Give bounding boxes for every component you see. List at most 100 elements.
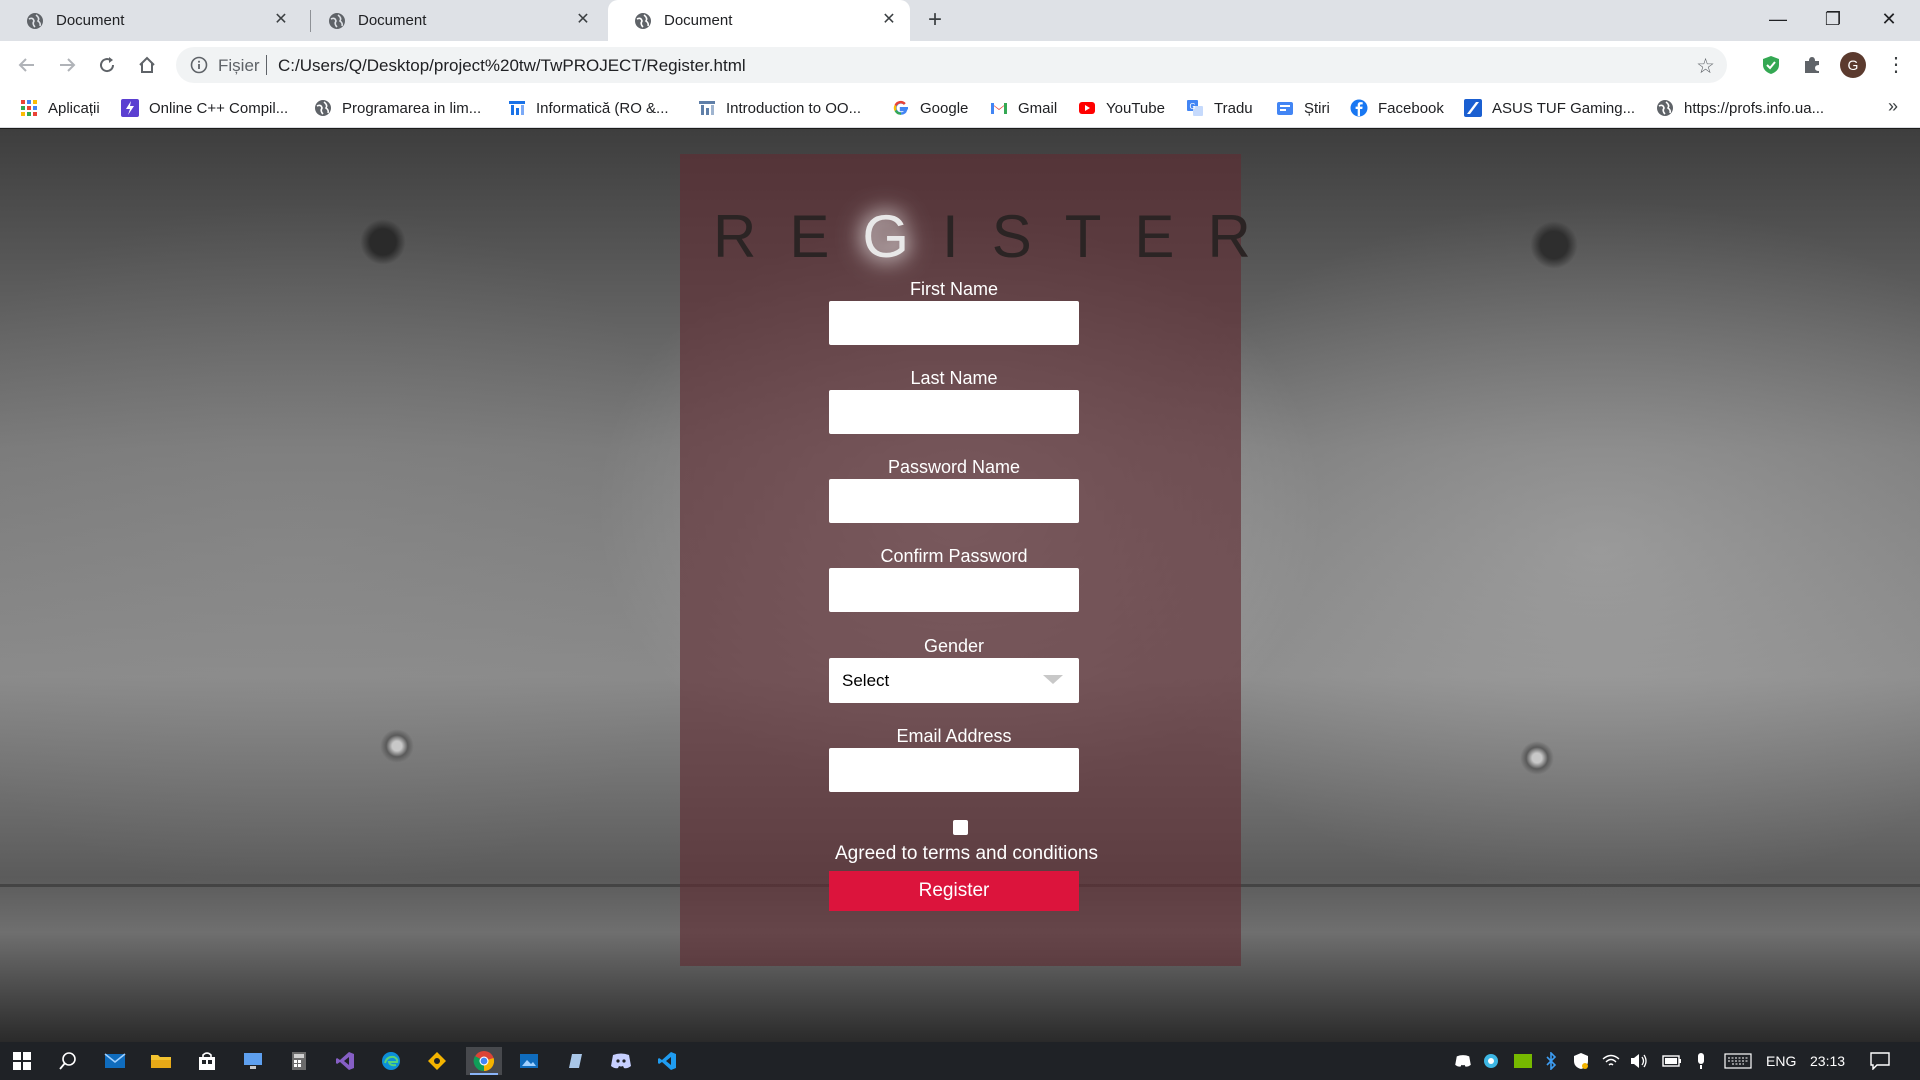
bookmark-label: Informatică (RO &... [536,99,669,117]
bookmark-label: Online C++ Compil... [149,99,289,117]
bookmark-informatica[interactable]: Informatică (RO &... [508,97,669,119]
dropdown-caret-icon [1043,675,1063,684]
restore-icon[interactable]: ❐ [1810,0,1856,41]
bookmark-profs[interactable]: https://profs.info.ua... [1656,97,1824,119]
tab-close-icon[interactable]: ✕ [574,11,592,29]
bookmark-facebook[interactable]: Facebook [1350,97,1444,119]
translate-icon: G [1187,100,1203,116]
bookmark-tradu[interactable]: G Tradu [1186,97,1253,119]
new-tab-button[interactable]: + [922,7,948,33]
confirm-password-field[interactable] [829,568,1079,612]
confirm-password-group: Confirm Password [829,545,1079,612]
bookmark-label: ASUS TUF Gaming... [1492,99,1636,117]
terms-checkbox[interactable] [953,820,968,835]
bookmarks-overflow-button[interactable]: » [1888,96,1898,117]
git-kraken-icon[interactable] [423,1047,451,1075]
battery-icon[interactable] [1660,1047,1684,1075]
google-icon [893,101,908,115]
gender-group: Gender Select [829,635,1079,703]
discord-icon[interactable] [607,1047,635,1075]
globe-icon [315,100,331,116]
bookmark-youtube[interactable]: YouTube [1078,97,1165,119]
chrome-app-icon[interactable] [466,1047,502,1075]
bookmark-label: Tradu [1214,99,1253,117]
wifi-icon[interactable] [1600,1047,1622,1075]
windows-start-icon[interactable] [8,1047,36,1075]
title-letter: R [713,203,790,270]
address-bar[interactable]: Fișier C:/Users/Q/Desktop/project%20tw/T… [176,47,1727,83]
page-title-text: REGISTER [713,203,1284,270]
forward-button[interactable] [52,50,82,80]
app-tray-icon[interactable] [1480,1047,1502,1075]
volume-icon[interactable] [1628,1047,1650,1075]
bookmark-label: Facebook [1378,99,1444,117]
gender-select[interactable]: Select [829,658,1079,703]
remote-desktop-icon[interactable] [239,1047,267,1075]
bookmark-label: Știri [1304,99,1330,117]
bookmark-google[interactable]: Google [892,97,968,119]
edge-browser-icon[interactable] [377,1047,405,1075]
register-button[interactable]: Register [829,871,1079,911]
minimize-icon[interactable]: — [1755,0,1801,41]
wall-bolt [1530,221,1578,269]
kebab-menu-icon[interactable]: ⋮ [1886,51,1906,79]
bookmarks-bar: Aplicații Online C++ Compil... Programar… [0,88,1920,128]
notes-app-icon[interactable] [561,1047,589,1075]
email-field[interactable] [829,748,1079,792]
input-language[interactable]: ENG [1766,1042,1796,1080]
password-field[interactable] [829,479,1079,523]
bookmark-stiri[interactable]: Știri [1276,97,1330,119]
tab-2[interactable]: Document ✕ [302,0,604,41]
bookmark-online-cpp[interactable]: Online C++ Compil... [121,97,288,119]
last-name-field[interactable] [829,390,1079,434]
window-close-icon[interactable]: ✕ [1866,0,1912,41]
security-tray-icon[interactable] [1570,1047,1592,1075]
gender-label: Gender [923,636,985,656]
nvidia-tray-icon[interactable] [1512,1047,1534,1075]
calculator-icon[interactable] [285,1047,313,1075]
bluetooth-icon[interactable] [1540,1047,1562,1075]
forward-arrow-icon [60,58,76,72]
notifications-icon[interactable] [1866,1047,1894,1075]
info-icon[interactable] [190,56,208,74]
home-button[interactable] [132,50,162,80]
store-app-icon[interactable] [193,1047,221,1075]
discord-tray-icon[interactable] [1452,1047,1474,1075]
tab-close-icon[interactable]: ✕ [272,11,290,29]
microphone-icon[interactable] [1690,1047,1712,1075]
title-letter: R [1207,203,1284,270]
reload-button[interactable] [92,50,122,80]
bookmark-intro-oo[interactable]: Introduction to OO... [698,97,861,119]
bookmark-gmail[interactable]: Gmail [990,97,1057,119]
tab-3-active[interactable]: Document ✕ [608,0,910,41]
tab-1[interactable]: Document ✕ [0,0,302,41]
title-letter: E [789,203,863,270]
system-clock[interactable]: 23:13 [1810,1042,1845,1080]
search-icon[interactable] [54,1047,82,1075]
facebook-icon [1350,99,1368,117]
tab-close-icon[interactable]: ✕ [880,11,898,29]
shield-extension-icon[interactable] [1760,54,1782,76]
terms-label: Agreed to terms and conditions [835,843,1098,864]
vscode-icon[interactable] [653,1047,681,1075]
tab-strip: Document ✕ Document ✕ Document ✕ + — ❐ ✕ [0,0,1920,41]
photos-app-icon[interactable] [515,1047,543,1075]
bookmark-apps[interactable]: Aplicații [20,97,100,119]
first-name-field[interactable] [829,301,1079,345]
url-text[interactable]: C:/Users/Q/Desktop/project%20tw/TwPROJEC… [278,56,746,76]
bookmark-star-icon[interactable]: ☆ [1696,54,1715,79]
mail-app-icon[interactable] [101,1047,129,1075]
back-button[interactable] [12,50,42,80]
globe-icon [1657,100,1673,116]
apps-grid-icon [21,100,37,116]
file-explorer-icon[interactable] [147,1047,175,1075]
bookmark-programarea[interactable]: Programarea in lim... [314,97,481,119]
touch-keyboard-icon[interactable] [1722,1047,1754,1075]
bookmark-label: https://profs.info.ua... [1684,99,1825,117]
profile-avatar[interactable]: G [1840,52,1866,78]
extensions-puzzle-icon[interactable] [1801,54,1823,76]
gender-selected-value: Select [842,671,890,690]
bookmark-asus[interactable]: ASUS TUF Gaming... [1464,97,1635,119]
visual-studio-icon[interactable] [331,1047,359,1075]
bookmark-label: Google [920,99,969,117]
